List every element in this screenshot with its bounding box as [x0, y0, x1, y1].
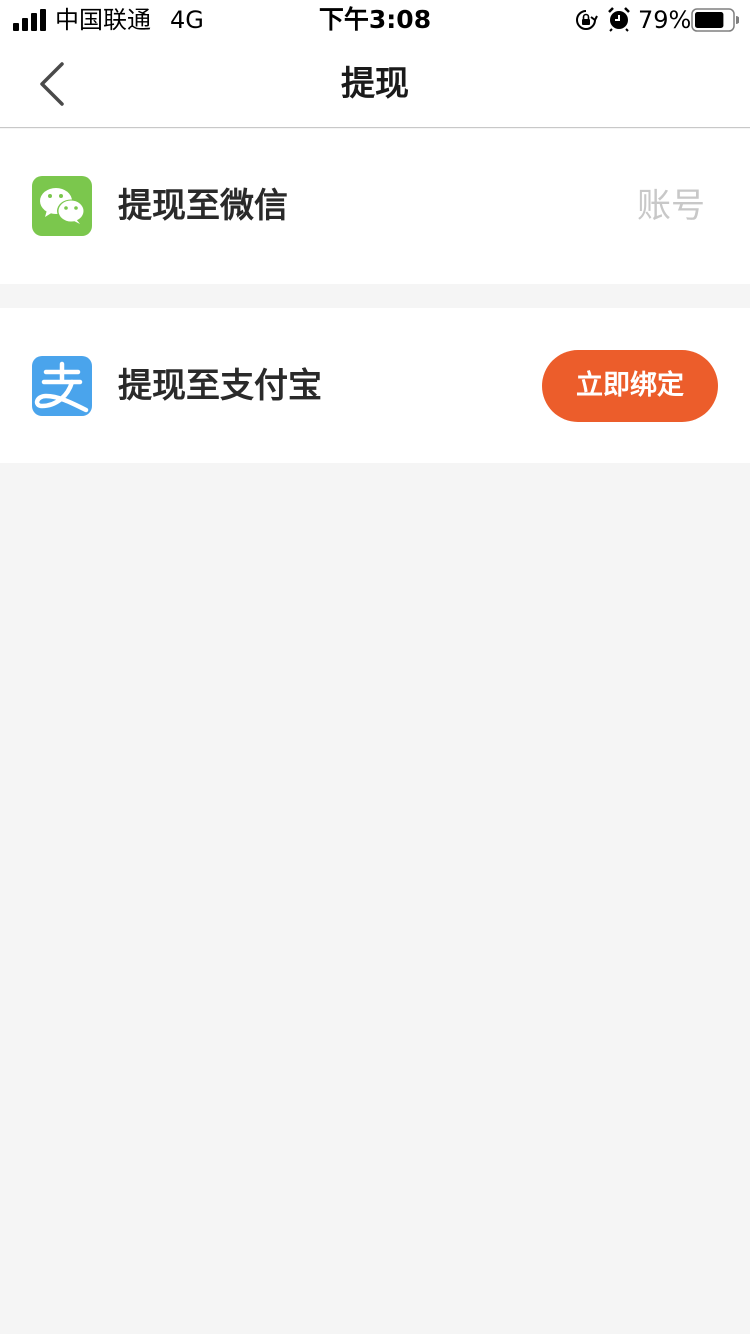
bind-now-button[interactable]: 立即绑定 [542, 350, 718, 422]
alipay-withdraw-label: 提现至支付宝 [118, 366, 322, 406]
wechat-withdraw-label: 提现至微信 [118, 186, 288, 226]
alipay-icon [32, 356, 92, 416]
battery-percent: 79% [638, 6, 692, 34]
wechat-withdraw-row[interactable]: 提现至微信 账号 [0, 129, 750, 284]
battery-icon [691, 8, 739, 32]
page-title: 提现 [341, 64, 409, 104]
alarm-icon [608, 7, 630, 32]
rotation-lock-icon [576, 10, 598, 30]
wechat-account-text: 账号 [637, 186, 705, 226]
status-bar: 中国联通 4G 下午3:08 79% [0, 0, 750, 40]
nav-bar: 提现 [0, 40, 750, 128]
wechat-icon [32, 176, 92, 236]
alipay-withdraw-row: 提现至支付宝 立即绑定 [0, 308, 750, 463]
